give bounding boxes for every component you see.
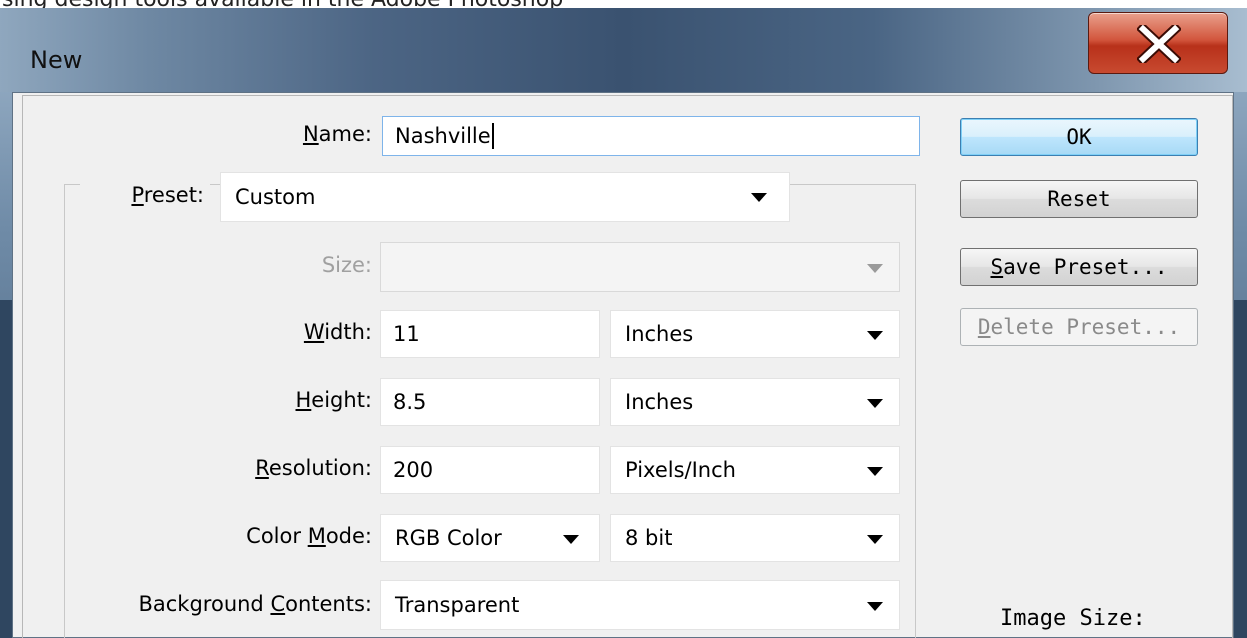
- save-preset-label-rest: ave Preset...: [1003, 255, 1168, 279]
- background-label-rest: ontents:: [285, 592, 372, 616]
- width-label-accesskey: W: [303, 320, 325, 344]
- chevron-down-icon: [751, 193, 767, 202]
- background-contents-dropdown[interactable]: Transparent: [380, 580, 900, 630]
- text-caret: [491, 123, 494, 149]
- color-mode-label-accesskey: M: [307, 524, 326, 548]
- chevron-down-icon: [867, 399, 883, 408]
- close-icon: [1137, 25, 1181, 63]
- size-label: Size:: [321, 253, 372, 277]
- resolution-unit-value: Pixels/Inch: [625, 458, 736, 482]
- ok-button[interactable]: OK: [960, 118, 1198, 156]
- color-mode-label: Color Mode:: [200, 524, 372, 548]
- name-label: Name:: [240, 122, 372, 146]
- resolution-input-value: 200: [393, 458, 434, 482]
- width-input[interactable]: 11: [380, 310, 600, 358]
- height-unit-value: Inches: [625, 390, 694, 414]
- color-mode-dropdown[interactable]: RGB Color: [380, 514, 600, 562]
- color-mode-value: RGB Color: [395, 526, 502, 550]
- preset-label: Preset:: [80, 183, 210, 207]
- size-dropdown[interactable]: [380, 242, 900, 292]
- delete-preset-button-label: Delete Preset...: [978, 315, 1180, 339]
- background-contents-label: Background Contents:: [80, 592, 372, 616]
- height-unit-dropdown[interactable]: Inches: [610, 378, 900, 426]
- save-preset-button[interactable]: Save Preset...: [960, 248, 1198, 286]
- resolution-unit-dropdown[interactable]: Pixels/Inch: [610, 446, 900, 494]
- reset-button-label: Reset: [1047, 187, 1111, 211]
- delete-preset-label-rest: elete Preset...: [990, 315, 1181, 339]
- background-text-strip: sing design tools available in the Adobe…: [0, 0, 1247, 8]
- chevron-down-icon: [563, 535, 579, 544]
- resolution-label: Resolution:: [200, 456, 372, 480]
- name-label-accesskey: N: [302, 122, 319, 146]
- width-label: Width:: [240, 320, 372, 344]
- chevron-down-icon: [867, 535, 883, 544]
- delete-preset-button[interactable]: Delete Preset...: [960, 308, 1198, 346]
- resolution-label-accesskey: R: [255, 456, 269, 480]
- reset-button[interactable]: Reset: [960, 180, 1198, 218]
- image-size-label: Image Size:: [1000, 606, 1146, 631]
- preset-label-accesskey: P: [131, 183, 144, 207]
- width-unit-value: Inches: [625, 322, 694, 346]
- width-unit-dropdown[interactable]: Inches: [610, 310, 900, 358]
- bit-depth-value: 8 bit: [625, 526, 673, 550]
- bit-depth-dropdown[interactable]: 8 bit: [610, 514, 900, 562]
- height-label-rest: eight:: [311, 388, 372, 412]
- window-frame-right-edge: [1234, 300, 1247, 638]
- width-label-rest: idth:: [324, 320, 372, 344]
- chevron-down-icon: [867, 331, 883, 340]
- name-input-value: Nashville: [395, 124, 491, 148]
- delete-preset-accesskey: D: [977, 315, 991, 339]
- resolution-label-rest: esolution:: [268, 456, 372, 480]
- chevron-down-icon: [867, 602, 883, 611]
- background-label-pre: Background: [138, 592, 271, 616]
- name-label-rest: ame:: [318, 122, 372, 146]
- background-text: sing design tools available in the Adobe…: [2, 0, 563, 8]
- save-preset-button-label: Save Preset...: [990, 255, 1167, 279]
- height-input[interactable]: 8.5: [380, 378, 600, 426]
- chevron-down-icon: [867, 467, 883, 476]
- resolution-input[interactable]: 200: [380, 446, 600, 494]
- preset-label-rest: reset:: [143, 183, 204, 207]
- color-mode-label-pre: Color: [246, 524, 308, 548]
- height-label-accesskey: H: [295, 388, 312, 412]
- close-button[interactable]: [1088, 12, 1228, 74]
- background-label-accesskey: C: [270, 592, 286, 616]
- title-bar: [0, 8, 1247, 92]
- chevron-down-icon: [867, 264, 883, 273]
- preset-dropdown[interactable]: Custom: [220, 172, 790, 222]
- height-input-value: 8.5: [393, 390, 427, 414]
- width-input-value: 11: [393, 322, 420, 346]
- color-mode-label-rest: ode:: [325, 524, 372, 548]
- window-title: New: [30, 46, 83, 74]
- window-frame-left-edge: [0, 300, 12, 638]
- preset-dropdown-value: Custom: [235, 185, 316, 209]
- name-input[interactable]: Nashville: [382, 116, 920, 156]
- save-preset-accesskey: S: [990, 255, 1004, 279]
- height-label: Height:: [240, 388, 373, 412]
- background-contents-value: Transparent: [395, 593, 520, 617]
- ok-button-label: OK: [1066, 125, 1092, 149]
